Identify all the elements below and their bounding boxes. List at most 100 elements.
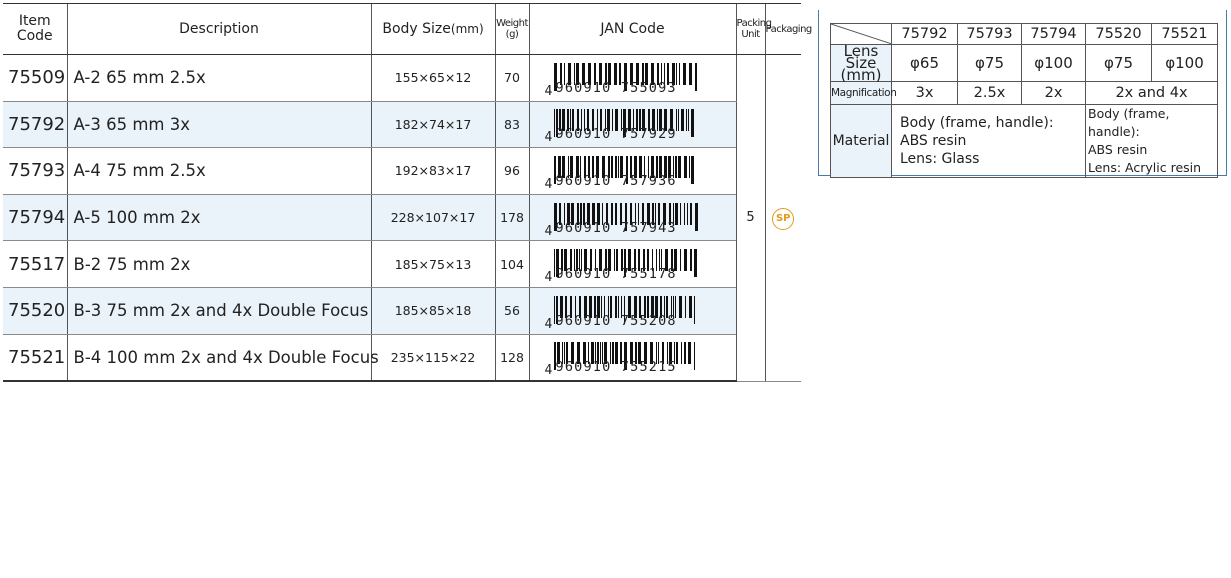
body-size-cell: 155×65×12 bbox=[370, 54, 495, 102]
barcode-bar bbox=[687, 342, 691, 365]
barcode-bar bbox=[553, 295, 555, 324]
barcode-bar bbox=[689, 202, 692, 225]
barcode: 4 960910 757929 bbox=[544, 105, 704, 146]
spec-row-lens-size: Lens Size (mm) φ65 φ75 φ100 φ75 φ100 bbox=[830, 44, 1218, 83]
packing-unit-cell: 5 bbox=[735, 54, 765, 382]
jan-code-cell: 4 960910 757943 bbox=[528, 194, 736, 242]
barcode-bar bbox=[686, 202, 688, 225]
body-size-cell: 185×75×13 bbox=[370, 240, 495, 288]
header-body-size-label: Body Size bbox=[382, 21, 451, 37]
jan-digits: 960910 757936 bbox=[555, 172, 677, 189]
barcode-bar bbox=[677, 155, 681, 178]
material-line: Lens: Glass bbox=[900, 151, 980, 167]
material-line: ABS resin bbox=[900, 133, 967, 149]
spec-col-header: 75521 bbox=[1151, 23, 1218, 45]
spec-col-header: 75793 bbox=[957, 23, 1022, 45]
packaging-cell: SP bbox=[764, 54, 801, 382]
jan-first-digit: 4 bbox=[544, 130, 553, 146]
weight-cell: 178 bbox=[494, 194, 529, 242]
header-weight-label: Weight bbox=[496, 18, 528, 29]
spec-lens-size-value: φ100 bbox=[1021, 44, 1086, 82]
body-size-cell: 182×74×17 bbox=[370, 101, 495, 149]
header-body-size: Body Size(mm) bbox=[370, 3, 495, 55]
jan-code-cell: 4 960910 755093 bbox=[528, 54, 736, 102]
jan-first-digit: 4 bbox=[544, 270, 553, 286]
barcode: 4 960910 755215 bbox=[544, 338, 704, 379]
description-cell: B-4 100 mm 2x and 4x Double Focus bbox=[66, 334, 379, 383]
item-code-cell: 75793 bbox=[3, 147, 67, 195]
header-description: Description bbox=[66, 3, 371, 55]
jan-code-cell: 4 960910 757936 bbox=[528, 147, 736, 195]
barcode-bar bbox=[685, 109, 687, 132]
spec-label-lens-size: Lens Size (mm) bbox=[830, 44, 892, 83]
body-size-cell: 228×107×17 bbox=[370, 194, 495, 242]
jan-code-cell: 4 960910 755208 bbox=[528, 287, 736, 335]
description-cell: B-3 75 mm 2x and 4x Double Focus bbox=[66, 287, 371, 335]
header-body-size-unit: (mm) bbox=[450, 22, 484, 36]
jan-code-cell: 4 960910 755215 bbox=[528, 334, 736, 383]
spec-col-header: 75520 bbox=[1085, 23, 1152, 45]
spec-col-header: 75792 bbox=[891, 23, 958, 45]
barcode-bar bbox=[683, 249, 687, 272]
spec-material-glass: Body (frame, handle): ABS resin Lens: Gl… bbox=[891, 104, 1086, 178]
barcode-bar bbox=[553, 109, 555, 138]
jan-code-cell: 4 960910 755178 bbox=[528, 240, 736, 288]
spec-col-header: 75794 bbox=[1021, 23, 1086, 45]
material-line: Body (frame, handle): bbox=[1088, 106, 1170, 139]
diagonal-line bbox=[831, 24, 892, 44]
barcode-bar bbox=[687, 109, 689, 132]
barcode-bar bbox=[678, 295, 682, 318]
jan-first-digit: 4 bbox=[544, 83, 553, 99]
spec-magnification-value: 3x bbox=[891, 81, 958, 105]
barcode-bar bbox=[689, 249, 692, 272]
table-row: 75793 A-4 75 mm 2.5x 192×83×17 96 4 960910 75… bbox=[3, 147, 801, 195]
spec-magnification-value: 2.5x bbox=[957, 81, 1022, 105]
body-size-cell: 235×115×22 bbox=[370, 334, 495, 383]
table-row: 75517 B-2 75 mm 2x 185×75×13 104 4 960910 755… bbox=[3, 240, 801, 288]
body-size-cell: 192×83×17 bbox=[370, 147, 495, 195]
header-jan-code: JAN Code bbox=[528, 3, 736, 55]
spec-header-row: 75792 75793 75794 75520 75521 bbox=[830, 23, 1218, 45]
barcode-bar bbox=[690, 109, 694, 138]
jan-digits: 960910 755208 bbox=[555, 312, 677, 329]
product-table: Item Code Description Body Size(mm) Weig… bbox=[3, 3, 812, 383]
barcode-bar bbox=[690, 155, 694, 184]
table-row: 75521 B-4 100 mm 2x and 4x Double Focus 23… bbox=[3, 334, 801, 383]
jan-first-digit: 4 bbox=[544, 223, 553, 239]
item-code-cell: 75521 bbox=[3, 334, 67, 383]
barcode-bar bbox=[693, 295, 695, 324]
item-code-cell: 75509 bbox=[3, 54, 67, 102]
table-row: 75794 A-5 100 mm 2x 228×107×17 178 4 960910 7… bbox=[3, 194, 801, 242]
header-item-code: Item Code bbox=[3, 3, 67, 55]
body-size-cell: 185×85×18 bbox=[370, 287, 495, 335]
spec-table: 75792 75793 75794 75520 75521 Lens Size(… bbox=[830, 23, 1218, 178]
jan-first-digit: 4 bbox=[544, 363, 553, 379]
description-cell: A-5 100 mm 2x bbox=[66, 194, 371, 242]
description-cell: A-4 75 mm 2.5x bbox=[66, 147, 371, 195]
item-code-cell: 75792 bbox=[3, 101, 67, 149]
barcode-bar bbox=[680, 342, 682, 365]
spec-magnification-value: 2x and 4x bbox=[1085, 81, 1218, 105]
description-cell: A-3 65 mm 3x bbox=[66, 101, 371, 149]
spec-material-acrylic: Body (frame, handle): ABS resin Lens: Ac… bbox=[1085, 104, 1218, 178]
barcode-bar bbox=[682, 62, 686, 85]
jan-digits: 960910 755178 bbox=[555, 266, 677, 283]
table-header-row: Item Code Description Body Size(mm) Weig… bbox=[3, 3, 812, 55]
item-code-cell: 75794 bbox=[3, 194, 67, 242]
barcode-bar bbox=[693, 342, 695, 371]
header-weight: Weight (g) bbox=[494, 3, 529, 55]
material-line: Body (frame, handle): bbox=[900, 115, 1054, 131]
weight-cell: 104 bbox=[494, 240, 529, 288]
description-cell: B-2 75 mm 2x bbox=[66, 240, 371, 288]
barcode-bar bbox=[683, 202, 685, 225]
weight-cell: 96 bbox=[494, 147, 529, 195]
barcode-bar bbox=[693, 249, 697, 278]
barcode-bar bbox=[678, 62, 680, 85]
barcode: 4 960910 757936 bbox=[544, 152, 704, 192]
description-cell: A-2 65 mm 2.5x bbox=[66, 54, 371, 102]
header-packing-unit: Packing Unit bbox=[735, 3, 772, 55]
table-row: 75520 B-3 75 mm 2x and 4x Double Focus 185… bbox=[3, 287, 801, 335]
barcode-bar bbox=[680, 109, 684, 132]
barcode-bar bbox=[553, 249, 555, 278]
spec-lens-size-value: φ75 bbox=[957, 44, 1022, 82]
